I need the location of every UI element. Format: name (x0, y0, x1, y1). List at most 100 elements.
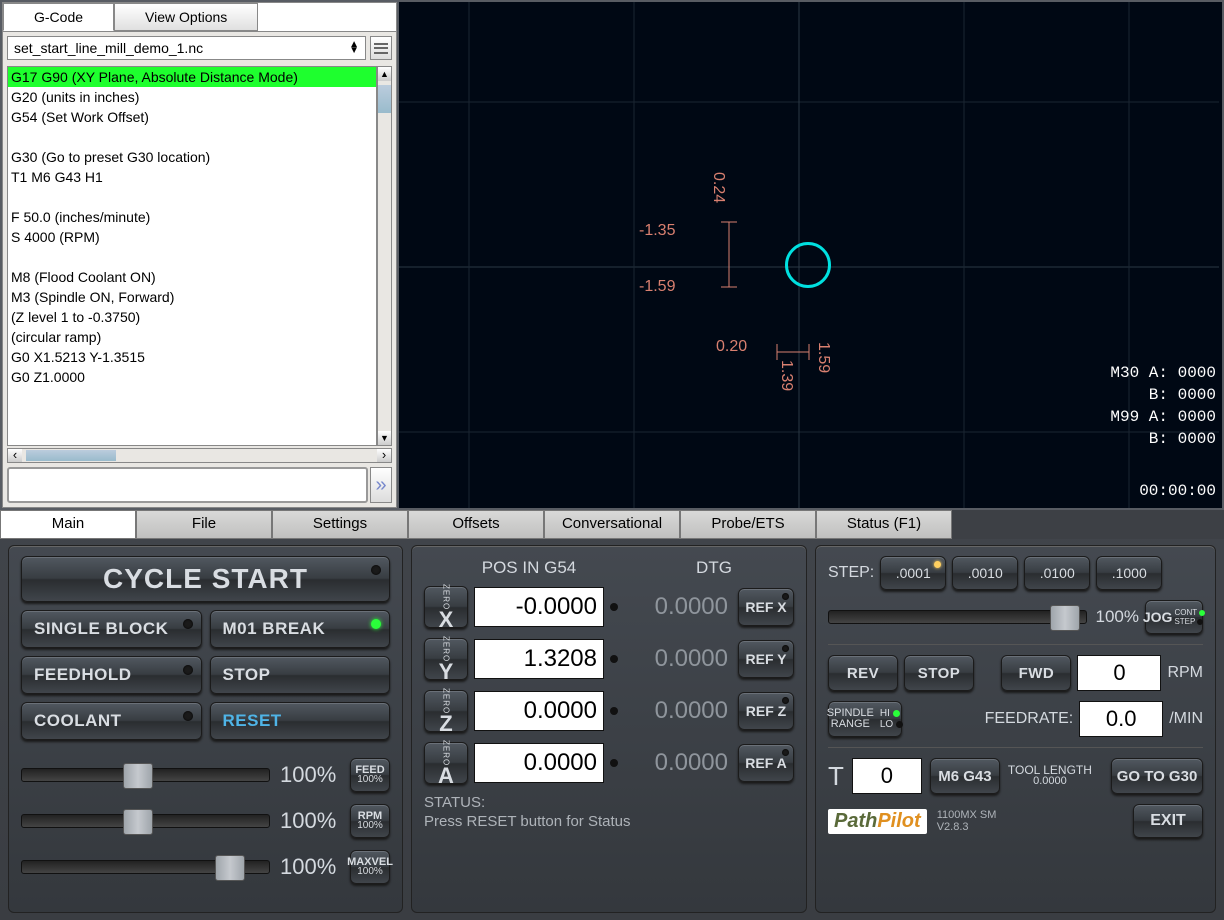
feedhold-button[interactable]: FEEDHOLD (21, 656, 202, 694)
vertical-scrollbar[interactable]: ▲▼ (377, 66, 392, 446)
gcode-line[interactable]: G20 (units in inches) (8, 87, 376, 107)
spindle-fwd-button[interactable]: FWD (1001, 655, 1071, 691)
step-0010-button[interactable]: .0010 (952, 556, 1018, 590)
feedrate-input[interactable]: 0.0 (1079, 701, 1163, 737)
coolant-button[interactable]: COOLANT (21, 702, 202, 740)
vp-dim-a: 0.24 (709, 172, 727, 203)
menu-button[interactable] (370, 36, 392, 60)
zero-z-button[interactable]: ZEROZ (424, 690, 468, 732)
gcode-line[interactable]: (Z level 1 to -0.3750) (8, 307, 376, 327)
jog-speed-slider[interactable] (828, 610, 1087, 624)
vp-dim-e: 1.39 (777, 360, 795, 391)
gcode-line[interactable]: G0 Z1.0000 (8, 367, 376, 387)
step-1000-button[interactable]: .1000 (1096, 556, 1162, 590)
dtg-a: 0.0000 (624, 749, 732, 777)
main-tab-status-f1-[interactable]: Status (F1) (816, 510, 952, 539)
main-tab-offsets[interactable]: Offsets (408, 510, 544, 539)
gcode-line[interactable]: M3 (Spindle ON, Forward) (8, 287, 376, 307)
ref-y-button[interactable]: REF Y (738, 640, 794, 678)
maxvel-override-slider[interactable] (21, 860, 270, 874)
mdi-input[interactable] (7, 467, 368, 503)
vp-dim-c: -1.59 (639, 278, 675, 296)
spindle-range-button[interactable]: SPINDLE RANGE HI LO (828, 701, 902, 737)
zero-x-button[interactable]: ZEROX (424, 586, 468, 628)
spindle-stop-button[interactable]: STOP (904, 655, 974, 691)
status-label: STATUS: (424, 794, 794, 811)
toolpath-viewport[interactable]: 0.24 -1.35 -1.59 0.20 1.39 1.59 M30 A: 0… (399, 2, 1222, 508)
tool-label: T (828, 761, 844, 792)
pos-header: POS IN G54 (424, 558, 634, 578)
single-block-button[interactable]: SINGLE BLOCK (21, 610, 202, 648)
tab-view-options[interactable]: View Options (114, 3, 258, 31)
jog-mode-button[interactable]: JOG CONT STEP (1145, 600, 1203, 634)
gcode-line[interactable]: F 50.0 (inches/minute) (8, 207, 376, 227)
main-tab-file[interactable]: File (136, 510, 272, 539)
gcode-line[interactable]: S 4000 (RPM) (8, 227, 376, 247)
m6-g43-button[interactable]: M6 G43 (930, 758, 1000, 794)
jog-pct: 100% (1093, 607, 1139, 627)
pos-y-input[interactable]: 1.3208 (474, 639, 604, 679)
gcode-line[interactable] (8, 187, 376, 207)
step-0100-button[interactable]: .0100 (1024, 556, 1090, 590)
horizontal-scrollbar[interactable]: ‹› (7, 448, 392, 463)
feedrate-label: FEEDRATE: (985, 710, 1074, 728)
feed-pct: 100% (280, 762, 340, 788)
rpm-input[interactable]: 0 (1077, 655, 1161, 691)
main-tab-conversational[interactable]: Conversational (544, 510, 680, 539)
status-text: Press RESET button for Status (424, 813, 794, 830)
vp-stat-3: B: 0000 (1149, 430, 1216, 448)
updown-icon: ▲▼ (349, 42, 359, 54)
rpm-override-slider[interactable] (21, 814, 270, 828)
gcode-line[interactable] (8, 247, 376, 267)
tool-input[interactable]: 0 (852, 758, 922, 794)
gcode-line[interactable] (8, 127, 376, 147)
gcode-line[interactable]: G17 G90 (XY Plane, Absolute Distance Mod… (8, 67, 376, 87)
reset-button[interactable]: RESET (210, 702, 391, 740)
zero-y-button[interactable]: ZEROY (424, 638, 468, 680)
rpm-100-button[interactable]: RPM100% (350, 804, 390, 838)
vp-dim-d: 0.20 (716, 338, 747, 356)
feed-100-button[interactable]: FEED100% (350, 758, 390, 792)
pos-z-input[interactable]: 0.0000 (474, 691, 604, 731)
ref-x-button[interactable]: REF X (738, 588, 794, 626)
rpm-pct: 100% (280, 808, 340, 834)
gcode-listing[interactable]: G17 G90 (XY Plane, Absolute Distance Mod… (7, 66, 377, 446)
gcode-line[interactable]: G30 (Go to preset G30 location) (8, 147, 376, 167)
tool-position-icon (785, 242, 831, 288)
main-tab-probe-ets[interactable]: Probe/ETS (680, 510, 816, 539)
pos-led-icon (610, 655, 618, 663)
main-tab-settings[interactable]: Settings (272, 510, 408, 539)
gcode-line[interactable]: (circular ramp) (8, 327, 376, 347)
spindle-rev-button[interactable]: REV (828, 655, 898, 691)
dtg-x: 0.0000 (624, 593, 732, 621)
mdi-go-button[interactable]: » (370, 467, 392, 503)
pos-a-input[interactable]: 0.0000 (474, 743, 604, 783)
go-to-g30-button[interactable]: GO TO G30 (1111, 758, 1203, 794)
gcode-line[interactable]: G0 X1.5213 Y-1.3515 (8, 347, 376, 367)
zero-a-button[interactable]: ZEROA (424, 742, 468, 784)
step-0001-button[interactable]: .0001 (880, 556, 946, 590)
vp-stat-1: B: 0000 (1149, 386, 1216, 404)
ref-a-button[interactable]: REF A (738, 744, 794, 782)
main-tab-main[interactable]: Main (0, 510, 136, 539)
cycle-start-button[interactable]: CYCLE START (21, 556, 390, 602)
stop-button[interactable]: STOP (210, 656, 391, 694)
feedrate-unit: /MIN (1169, 710, 1203, 728)
vp-dim-b: -1.35 (639, 222, 675, 240)
main-nav-tabs: MainFileSettingsOffsetsConversationalPro… (0, 510, 1224, 539)
gcode-line[interactable]: T1 M6 G43 H1 (8, 167, 376, 187)
gcode-line[interactable]: M8 (Flood Coolant ON) (8, 267, 376, 287)
feed-override-slider[interactable] (21, 768, 270, 782)
gcode-line[interactable]: G54 (Set Work Offset) (8, 107, 376, 127)
m01-break-button[interactable]: M01 BREAK (210, 610, 391, 648)
rpm-label: RPM (1167, 664, 1203, 682)
ref-z-button[interactable]: REF Z (738, 692, 794, 730)
exit-button[interactable]: EXIT (1133, 804, 1203, 838)
dtg-y: 0.0000 (624, 645, 732, 673)
pos-x-input[interactable]: -0.0000 (474, 587, 604, 627)
maxvel-100-button[interactable]: MAXVEL100% (350, 850, 390, 884)
tab-gcode[interactable]: G-Code (3, 3, 114, 31)
pos-led-icon (610, 707, 618, 715)
file-selector[interactable]: set_start_line_mill_demo_1.nc ▲▼ (7, 36, 366, 60)
vp-time: 00:00:00 (1139, 482, 1216, 500)
